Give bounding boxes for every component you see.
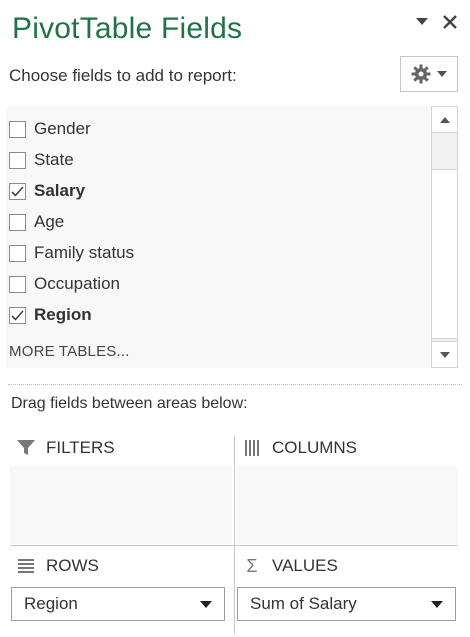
columns-drop-zone[interactable]: [236, 466, 458, 544]
field-occupation[interactable]: Occupation: [9, 272, 120, 296]
scroll-down-button[interactable]: [432, 341, 457, 367]
rows-field-value: Region: [24, 594, 78, 613]
checkbox-checked[interactable]: [9, 306, 26, 324]
checkbox[interactable]: [9, 213, 26, 231]
field-gender[interactable]: Gender: [9, 117, 91, 141]
tools-button[interactable]: [400, 56, 458, 92]
pane-controls: [414, 14, 458, 30]
field-region[interactable]: Region: [9, 303, 92, 327]
checkbox[interactable]: [9, 151, 26, 169]
field-state[interactable]: State: [9, 148, 74, 172]
field-label: Gender: [34, 119, 91, 138]
choose-fields-label: Choose fields to add to report:: [9, 66, 237, 85]
pane-options-dropdown-icon[interactable]: [414, 14, 430, 30]
gear-icon: [411, 64, 431, 84]
field-label: State: [34, 150, 74, 169]
filters-drop-zone[interactable]: [10, 466, 232, 544]
field-list-scrollbar[interactable]: [431, 106, 458, 368]
chevron-down-icon: [439, 351, 450, 358]
checkmark-icon: [11, 309, 24, 321]
more-tables-link[interactable]: MORE TABLES...: [9, 343, 130, 360]
field-label: Age: [34, 212, 65, 231]
field-list: Gender State Salary Age Family status Oc…: [6, 106, 458, 368]
filter-icon: [16, 438, 36, 458]
sigma-icon: Σ: [246, 555, 258, 576]
values-label: VALUES: [272, 556, 338, 575]
filters-area-header: FILTERS: [16, 438, 115, 458]
field-family-status[interactable]: Family status: [9, 241, 134, 265]
section-divider: [8, 384, 462, 385]
field-label: Region: [34, 305, 92, 324]
area-horizontal-divider: [10, 545, 458, 546]
checkbox[interactable]: [9, 275, 26, 293]
pane-title: PivotTable Fields: [12, 12, 243, 45]
rows-field-dropdown[interactable]: Region: [11, 587, 225, 621]
filters-label: FILTERS: [46, 438, 115, 457]
rows-icon: [16, 556, 36, 576]
chevron-down-icon: [200, 600, 212, 608]
field-label: Family status: [34, 243, 135, 262]
chevron-down-icon: [431, 600, 443, 608]
checkbox[interactable]: [9, 120, 26, 138]
field-age[interactable]: Age: [9, 210, 64, 234]
scrollbar-thumb[interactable]: [432, 169, 457, 339]
chevron-up-icon: [439, 116, 450, 123]
columns-icon: [242, 438, 262, 458]
values-area-header: Σ VALUES: [242, 555, 338, 576]
values-field-dropdown[interactable]: Sum of Salary: [237, 587, 456, 621]
checkmark-icon: [11, 185, 24, 197]
checkbox-checked[interactable]: [9, 182, 26, 200]
close-icon[interactable]: [442, 14, 458, 30]
columns-label: COLUMNS: [272, 438, 358, 457]
rows-label: ROWS: [46, 556, 99, 575]
drag-fields-label: Drag fields between areas below:: [11, 395, 248, 412]
field-salary[interactable]: Salary: [9, 179, 85, 203]
checkbox[interactable]: [9, 244, 26, 262]
columns-area-header: COLUMNS: [242, 438, 357, 458]
chevron-down-icon: [437, 70, 447, 77]
rows-area-header: ROWS: [16, 556, 99, 576]
area-vertical-divider: [234, 436, 235, 634]
values-field-value: Sum of Salary: [250, 594, 357, 613]
field-label: Occupation: [34, 274, 120, 293]
field-label: Salary: [34, 181, 86, 200]
scroll-up-button[interactable]: [432, 107, 457, 133]
